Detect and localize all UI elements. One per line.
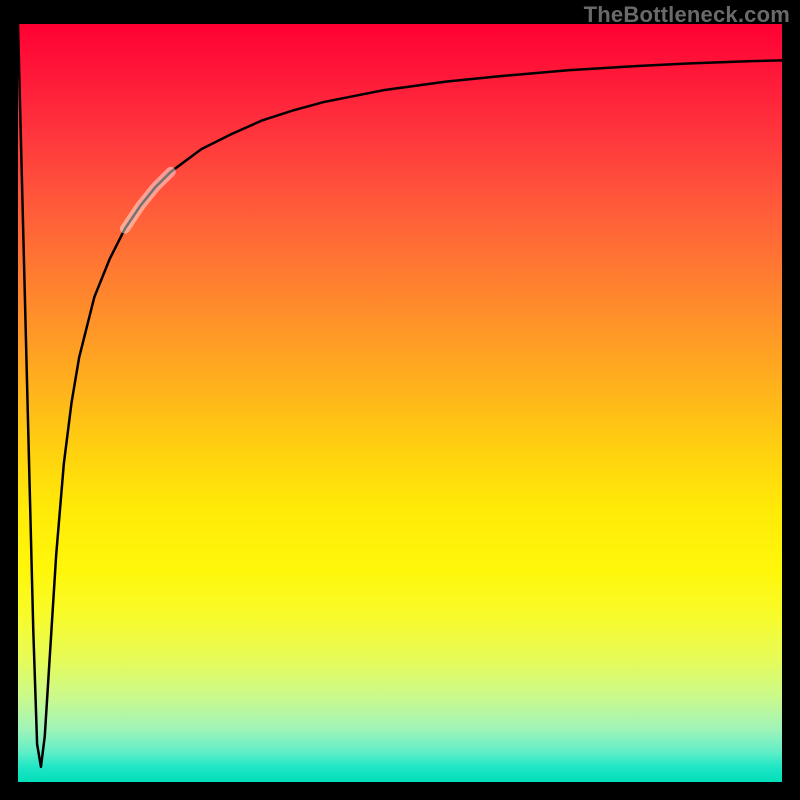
plot-area [18, 24, 782, 782]
bottleneck-curve-line [18, 24, 782, 767]
curve-svg [18, 24, 782, 782]
chart-container: TheBottleneck.com [0, 0, 800, 800]
curve-highlight [125, 172, 171, 229]
attribution-text: TheBottleneck.com [584, 2, 790, 28]
